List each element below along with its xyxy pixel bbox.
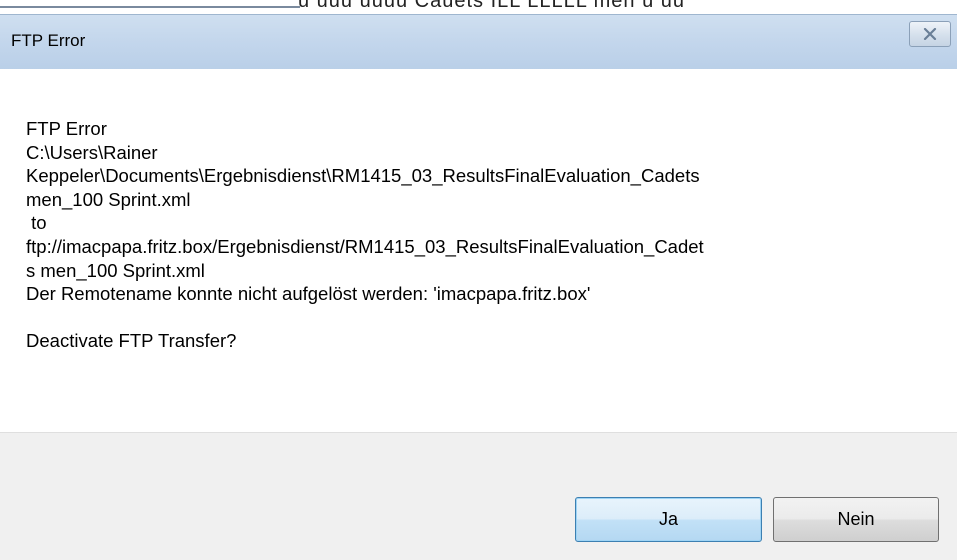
dialog-title: FTP Error — [11, 31, 86, 50]
message-line: s men_100 Sprint.xml — [26, 259, 205, 281]
background-window-strip: u uuu uuuu Cauets ILL LLLLL men u uu — [0, 0, 957, 14]
message-line: men_100 Sprint.xml — [26, 188, 191, 210]
message-line: Keppeler\Documents\Ergebnisdienst\RM1415… — [26, 165, 700, 187]
message-line: FTP Error — [26, 118, 107, 139]
dialog-window: u uuu uuuu Cauets ILL LLLLL men u uu FTP… — [0, 0, 957, 560]
title-bar[interactable]: FTP Error — [0, 14, 957, 70]
yes-button[interactable]: Ja — [575, 497, 762, 542]
background-window-border — [0, 0, 300, 8]
error-message: FTP Error C:\Users\Rainer Keppeler\Docum… — [26, 117, 896, 353]
message-line: C:\Users\Rainer — [26, 141, 158, 163]
message-line: Der Remotename konnte nicht aufgelöst we… — [26, 283, 591, 305]
message-line: to — [26, 212, 47, 234]
question-text: Deactivate FTP Transfer? — [26, 330, 237, 352]
message-spacer — [26, 306, 896, 330]
message-line: ftp://imacpapa.fritz.box/Ergebnisdienst/… — [26, 235, 704, 257]
close-button[interactable] — [909, 21, 951, 47]
dialog-content: FTP Error C:\Users\Rainer Keppeler\Docum… — [0, 69, 957, 432]
button-bar: Ja Nein — [0, 432, 957, 560]
no-button[interactable]: Nein — [773, 497, 939, 542]
background-window-text: u uuu uuuu Cauets ILL LLLLL men u uu — [298, 0, 686, 12]
close-icon — [923, 28, 937, 40]
